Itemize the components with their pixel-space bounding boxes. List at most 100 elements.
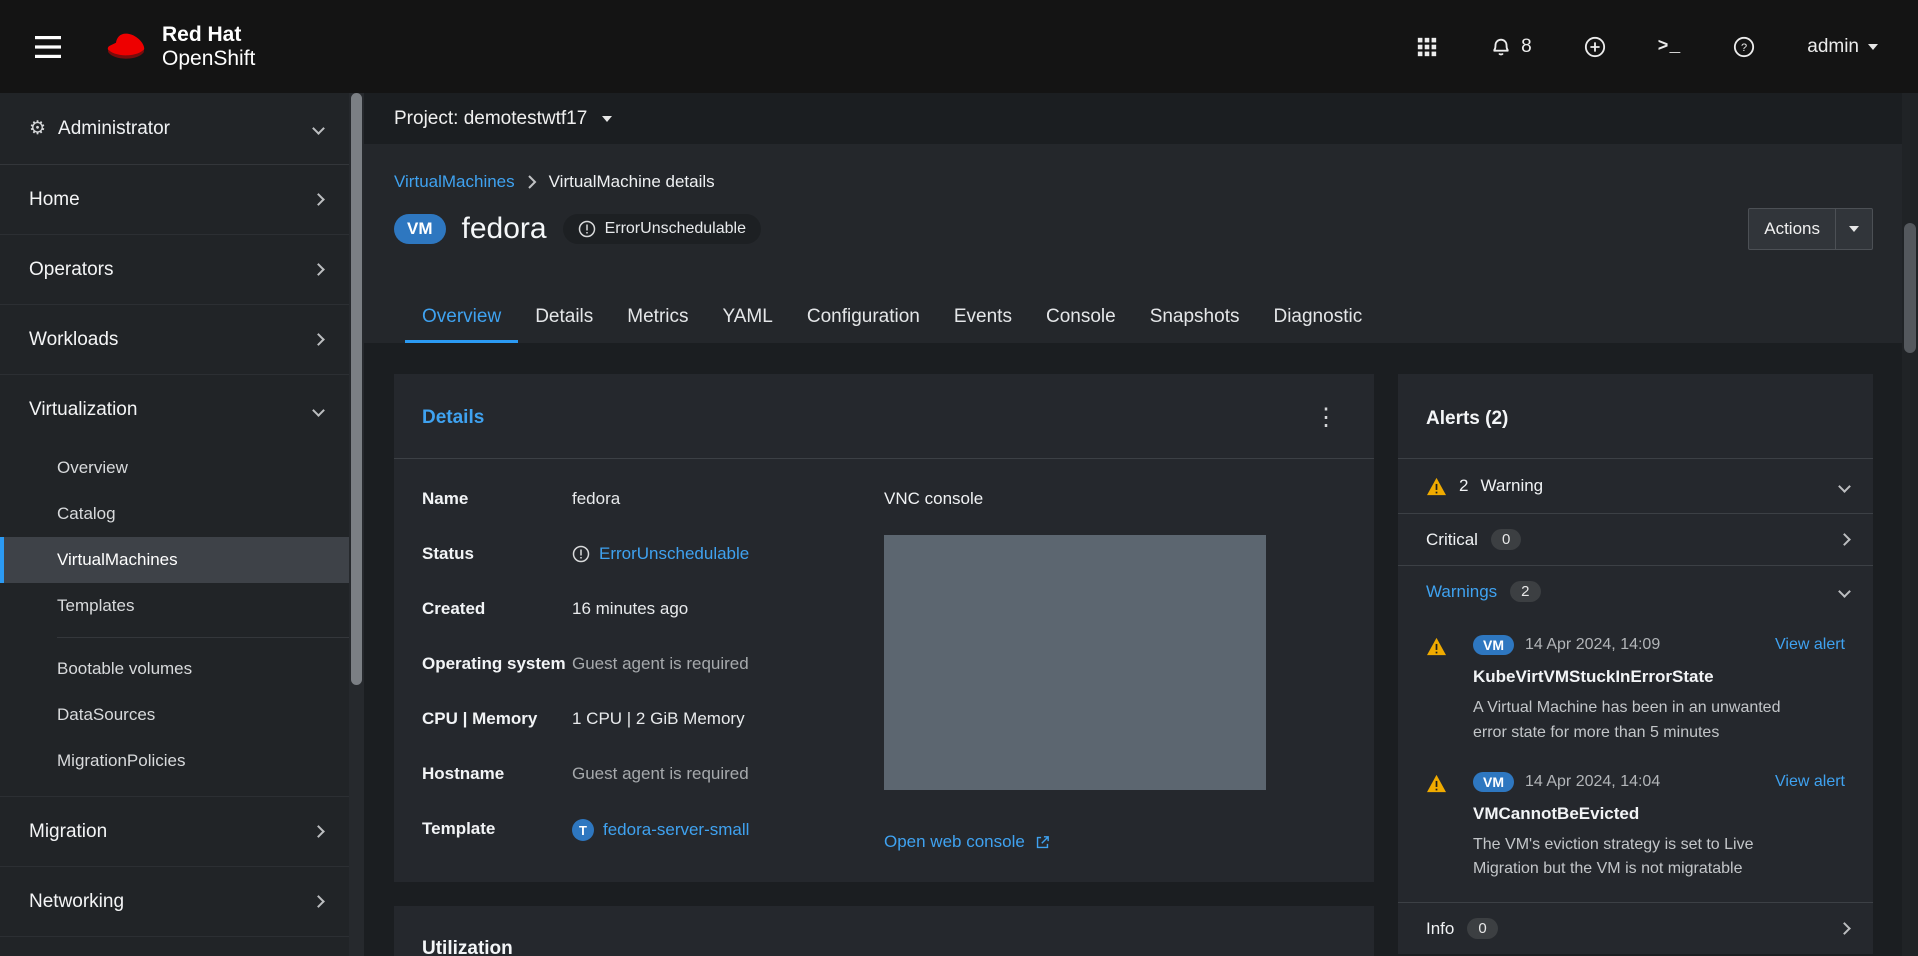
tab-label: Details — [535, 306, 593, 328]
view-alert-link[interactable]: View alert — [1775, 636, 1845, 654]
user-menu[interactable]: admin — [1807, 36, 1878, 58]
field-value: Guest agent is required — [572, 654, 749, 674]
breadcrumb-link-virtualmachines[interactable]: VirtualMachines — [394, 172, 515, 192]
vm-kind-badge: VM — [394, 214, 446, 244]
sidebar-item-migrationpolicies[interactable]: MigrationPolicies — [0, 738, 349, 784]
sidebar-item-networking[interactable]: Networking — [0, 867, 349, 937]
sidebar-item-workloads[interactable]: Workloads — [0, 305, 349, 375]
tab-overview[interactable]: Overview — [405, 294, 518, 343]
sidebar-subitem-label: Overview — [57, 458, 128, 478]
alert-meta: VM 14 Apr 2024, 14:04 View alert — [1473, 772, 1845, 792]
chevron-down-icon — [1838, 480, 1851, 493]
page-scrollbar-track — [1902, 93, 1918, 956]
sidebar-scrollbar-thumb[interactable] — [351, 93, 362, 685]
kebab-menu-icon[interactable]: ⋮ — [1306, 406, 1346, 430]
sidebar-item-home[interactable]: Home — [0, 165, 349, 235]
help-button[interactable]: ? — [1733, 36, 1755, 58]
chevron-right-icon — [312, 263, 325, 276]
sidebar-subitem-label: MigrationPolicies — [57, 751, 186, 771]
sidebar-item-catalog[interactable]: Catalog — [0, 491, 349, 537]
sidebar-item-virtualmachines[interactable]: VirtualMachines — [0, 537, 349, 583]
view-alert-link[interactable]: View alert — [1775, 773, 1845, 791]
sidebar-item-label: Operators — [29, 259, 113, 281]
field-label: Template — [422, 819, 572, 839]
project-selector-label: Project: demotestwtf17 — [394, 108, 587, 130]
app: Red Hat OpenShift 8 — [0, 0, 1918, 956]
sidebar: ⚙ Administrator Home Operators Workloads — [0, 93, 364, 956]
alerts-section-critical[interactable]: Critical 0 — [1398, 514, 1873, 565]
actions-caret[interactable] — [1835, 209, 1872, 249]
right-column: Alerts (2) 2 Warning — [1398, 374, 1873, 956]
chevron-right-icon — [312, 193, 325, 206]
actions-button[interactable]: Actions — [1748, 208, 1873, 250]
chevron-right-icon — [312, 825, 325, 838]
tab-label: Console — [1046, 306, 1116, 328]
tab-label: Events — [954, 306, 1012, 328]
perspective-switcher[interactable]: ⚙ Administrator — [0, 93, 349, 165]
sidebar-item-virt-overview[interactable]: Overview — [0, 445, 349, 491]
template-link[interactable]: fedora-server-small — [603, 820, 749, 840]
tab-details[interactable]: Details — [518, 294, 610, 343]
hamburger-menu-icon[interactable] — [29, 30, 67, 64]
field-label: CPU | Memory — [422, 709, 572, 729]
alerts-summary-row[interactable]: 2 Warning — [1398, 459, 1873, 513]
sidebar-item-migration[interactable]: Migration — [0, 797, 349, 867]
gear-icon: ⚙ — [29, 117, 46, 140]
warnings-label: Warnings — [1426, 582, 1497, 602]
tab-label: Metrics — [627, 306, 688, 328]
import-button[interactable] — [1584, 36, 1606, 58]
notifications-button[interactable]: 8 — [1490, 36, 1532, 58]
tab-snapshots[interactable]: Snapshots — [1133, 294, 1257, 343]
field-label: Hostname — [422, 764, 572, 784]
field-hostname: Hostname Guest agent is required — [422, 764, 884, 784]
tab-configuration[interactable]: Configuration — [790, 294, 937, 343]
masthead-utilities: 8 >_ ? admin — [1416, 36, 1878, 58]
info-count-badge: 0 — [1467, 918, 1497, 939]
chevron-down-icon — [312, 404, 325, 417]
field-status: Status ErrorUnschedulable — [422, 544, 884, 564]
chevron-down-icon — [312, 122, 325, 135]
alert-timestamp: 14 Apr 2024, 14:09 — [1525, 636, 1660, 654]
chevron-right-icon — [1838, 922, 1851, 935]
app-launcher-button[interactable] — [1416, 36, 1438, 58]
sidebar-item-label: Networking — [29, 891, 124, 913]
sidebar-item-label: Home — [29, 189, 80, 211]
details-card-title[interactable]: Details — [422, 407, 484, 429]
tab-events[interactable]: Events — [937, 294, 1029, 343]
vnc-console-label: VNC console — [884, 489, 1346, 509]
bell-icon — [1490, 36, 1512, 58]
details-card-header: Details ⋮ — [394, 374, 1374, 458]
page-scrollbar-thumb[interactable] — [1904, 223, 1916, 353]
sidebar-item-templates[interactable]: Templates — [0, 583, 349, 629]
sidebar-item-operators[interactable]: Operators — [0, 235, 349, 305]
vnc-console-preview[interactable] — [884, 535, 1266, 790]
utilization-card-header: Utilization — [394, 906, 1374, 956]
alerts-section-info[interactable]: Info 0 — [1398, 903, 1873, 954]
sidebar-nav: ⚙ Administrator Home Operators Workloads — [0, 93, 349, 937]
alerts-section-warnings[interactable]: Warnings 2 — [1398, 566, 1873, 617]
sidebar-item-virtualization[interactable]: Virtualization — [0, 375, 349, 445]
sidebar-item-label: Migration — [29, 821, 107, 843]
field-value: 16 minutes ago — [572, 599, 688, 619]
main-content: Project: demotestwtf17 VirtualMachines V… — [364, 93, 1918, 956]
alerts-card-header: Alerts (2) — [1398, 374, 1873, 458]
tab-diagnostic[interactable]: Diagnostic — [1256, 294, 1379, 343]
vm-status-pill[interactable]: ErrorUnschedulable — [563, 214, 761, 244]
sidebar-item-bootable-volumes[interactable]: Bootable volumes — [0, 646, 349, 692]
project-selector[interactable]: Project: demotestwtf17 — [364, 93, 1918, 144]
status-link[interactable]: ErrorUnschedulable — [599, 544, 749, 564]
warning-triangle-icon — [1426, 477, 1447, 496]
page-header: VirtualMachines VirtualMachine details V… — [364, 144, 1918, 294]
tab-label: YAML — [723, 306, 773, 328]
open-web-console-link[interactable]: Open web console — [884, 832, 1051, 852]
sidebar-item-datasources[interactable]: DataSources — [0, 692, 349, 738]
brand-logo[interactable]: Red Hat OpenShift — [103, 23, 255, 69]
tab-metrics[interactable]: Metrics — [610, 294, 705, 343]
sidebar-sub-divider — [57, 637, 349, 638]
tab-console[interactable]: Console — [1029, 294, 1133, 343]
alert-timestamp: 14 Apr 2024, 14:04 — [1525, 773, 1660, 791]
utilization-card-title: Utilization — [422, 938, 513, 956]
field-label: Name — [422, 489, 572, 509]
terminal-button[interactable]: >_ — [1658, 37, 1682, 57]
tab-yaml[interactable]: YAML — [706, 294, 790, 343]
